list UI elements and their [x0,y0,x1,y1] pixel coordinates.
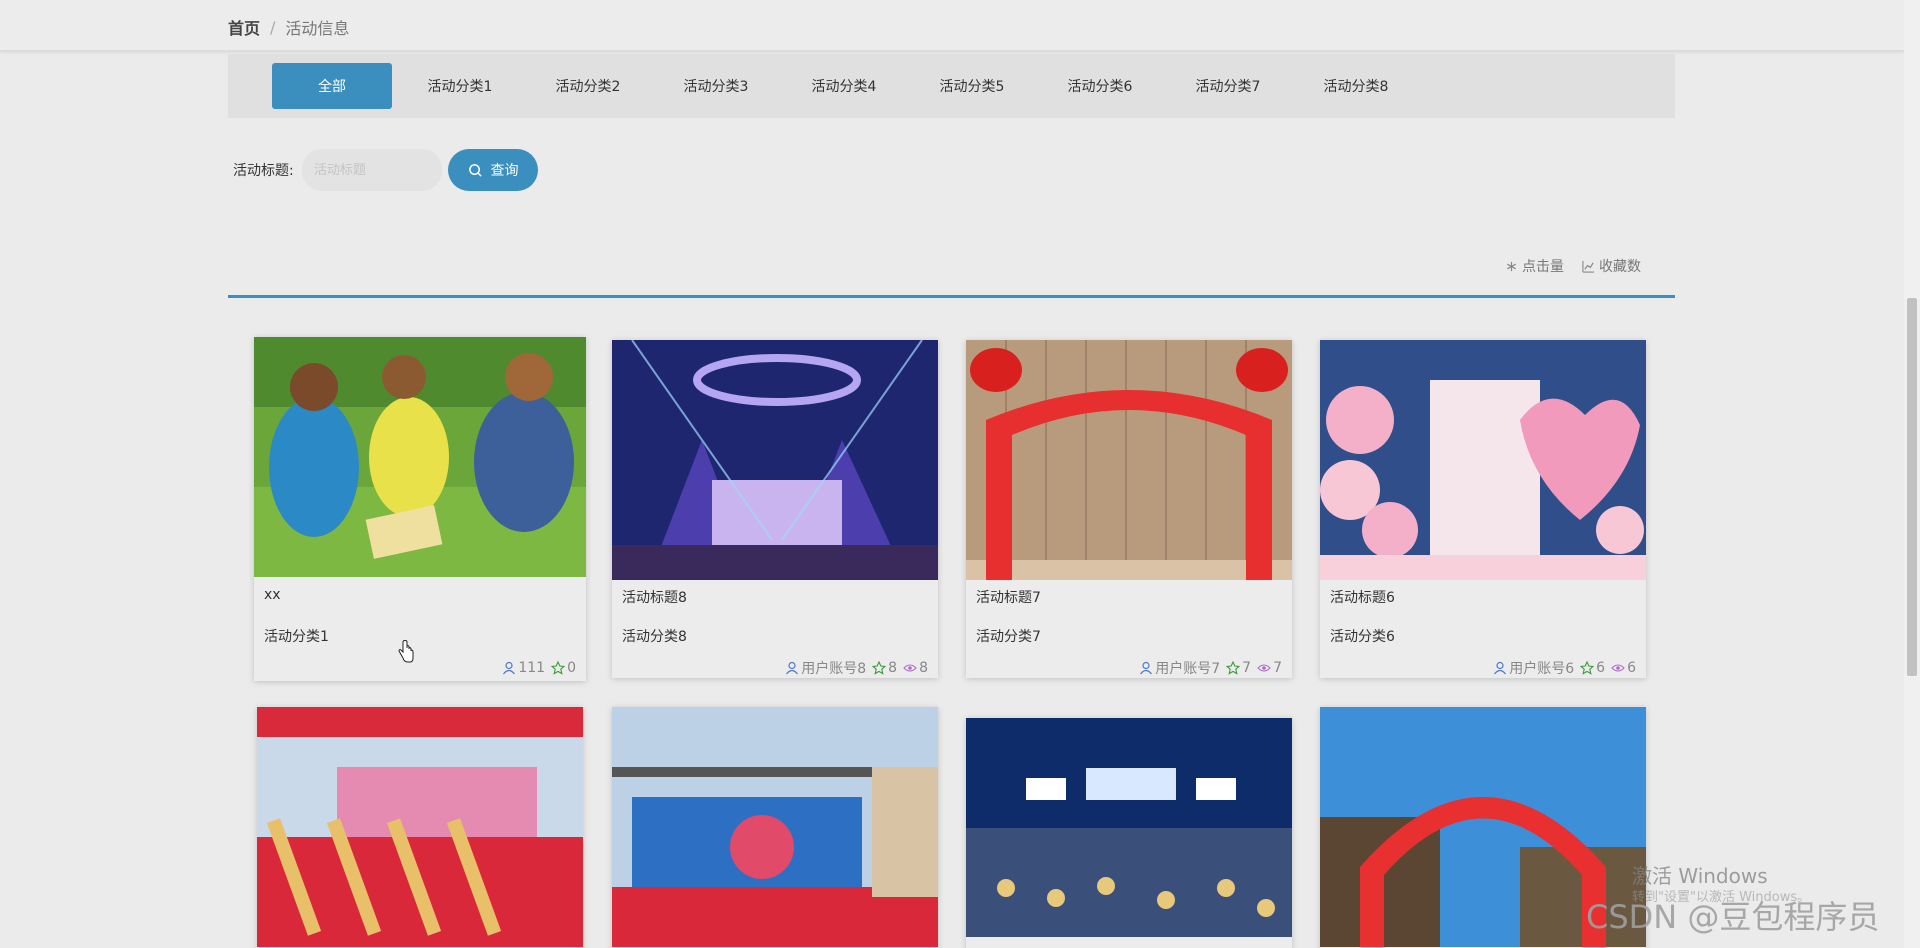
category-tab-all[interactable]: 全部 [272,63,392,109]
clicks-value: 111 [518,660,546,676]
activity-image [1320,340,1646,580]
stars-count: 6 [1580,660,1605,676]
stars-count: 7 [1226,660,1251,676]
scrollbar-thumb[interactable] [1907,298,1917,676]
activity-card[interactable] [966,718,1292,948]
activity-title: 活动标题8 [622,590,687,606]
user-icon [786,661,799,675]
eye-icon [1611,664,1625,672]
activity-meta: 111 0 [502,660,576,676]
divider-line [228,295,1675,298]
clicks-count: 111 [502,660,545,676]
activity-card[interactable]: 活动标题6 活动分类6 用户账号6 6 6 [1320,340,1646,678]
views-count: 8 [903,660,928,676]
hand-cursor-icon [398,640,414,663]
sort-clicks-label: 点击量 [1522,259,1564,275]
category-tab-3[interactable]: 活动分类3 [656,63,776,109]
category-tab-8[interactable]: 活动分类8 [1296,63,1416,109]
activity-card[interactable]: xx 活动分类1 111 0 [254,337,586,681]
category-tab-7[interactable]: 活动分类7 [1168,63,1288,109]
star-icon [872,661,887,675]
stars-value: 8 [888,660,898,676]
page-scrollbar[interactable] [1904,0,1920,948]
activity-image [612,340,938,580]
activity-image [257,707,583,947]
views-value: 7 [1273,660,1282,676]
category-tab-6[interactable]: 活动分类6 [1040,63,1160,109]
author-value: 用户账号8 [801,661,867,677]
activity-category: 活动分类1 [264,629,329,645]
views-value: 6 [1627,660,1636,676]
sort-by-favorites[interactable]: 收藏数 [1582,256,1641,276]
search-button-label: 查询 [490,163,519,179]
activity-image [966,340,1292,580]
top-bar: 首页 / 活动信息 [0,0,1904,52]
sort-favorites-label: 收藏数 [1599,259,1641,275]
stars-value: 0 [567,660,576,676]
activity-image [966,718,1292,948]
eye-icon [903,664,917,672]
category-tab-4[interactable]: 活动分类4 [784,63,904,109]
breadcrumb-home-link[interactable]: 首页 [228,15,260,39]
activity-card[interactable] [612,707,938,948]
category-tab-2[interactable]: 活动分类2 [528,63,648,109]
author-value: 用户账号6 [1509,661,1575,677]
activity-card[interactable] [257,707,583,948]
search-icon [468,163,482,177]
user-icon [1494,661,1507,675]
search-input[interactable] [302,149,442,191]
activity-title: 活动标题6 [1330,590,1395,606]
activity-meta: 用户账号6 6 6 [1493,658,1636,678]
activity-title: 活动标题7 [976,590,1041,606]
views-count: 6 [1611,660,1636,676]
windows-activation-watermark: 激活 Windows [1632,864,1768,888]
breadcrumb: 首页 / 活动信息 [228,15,349,39]
author-value: 用户账号7 [1155,661,1221,677]
author: 用户账号7 [1139,658,1220,678]
activity-meta: 用户账号8 8 8 [785,658,928,678]
stars-value: 7 [1242,660,1252,676]
activity-category: 活动分类7 [976,629,1041,645]
breadcrumb-separator: / [270,17,276,37]
user-icon [1140,661,1153,675]
sort-by-clicks[interactable]: 点击量 [1505,256,1564,276]
breadcrumb-current: 活动信息 [285,19,350,38]
star-icon [551,661,566,675]
chart-icon [1582,260,1595,273]
activity-card[interactable]: 活动标题8 活动分类8 用户账号8 8 8 [612,340,938,678]
activity-category: 活动分类6 [1330,629,1395,645]
activity-image [254,337,586,577]
activity-card[interactable]: 活动标题7 活动分类7 用户账号7 7 7 [966,340,1292,678]
views-count: 7 [1257,660,1282,676]
category-tab-1[interactable]: 活动分类1 [400,63,520,109]
asterisk-icon [1507,261,1516,271]
activity-meta: 用户账号7 7 7 [1139,658,1282,678]
eye-icon [1257,664,1271,672]
stars-value: 6 [1596,660,1606,676]
activity-category: 活动分类8 [622,629,687,645]
activity-image [612,707,938,947]
author: 用户账号8 [785,658,866,678]
stars-count: 8 [872,660,897,676]
sort-bar: 点击量 收藏数 [1505,256,1641,276]
category-tab-5[interactable]: 活动分类5 [912,63,1032,109]
category-tabs: 全部 活动分类1 活动分类2 活动分类3 活动分类4 活动分类5 活动分类6 活… [228,54,1675,118]
stars-count: 0 [551,660,576,676]
views-value: 8 [919,660,928,676]
star-icon [1226,661,1241,675]
user-icon [503,661,516,675]
author: 用户账号6 [1493,658,1574,678]
csdn-watermark: CSDN @豆包程序员 [1586,898,1880,936]
star-icon [1580,661,1595,675]
search-label: 活动标题: [233,163,294,179]
search-button[interactable]: 查询 [448,149,538,191]
activity-title: xx [264,587,281,603]
